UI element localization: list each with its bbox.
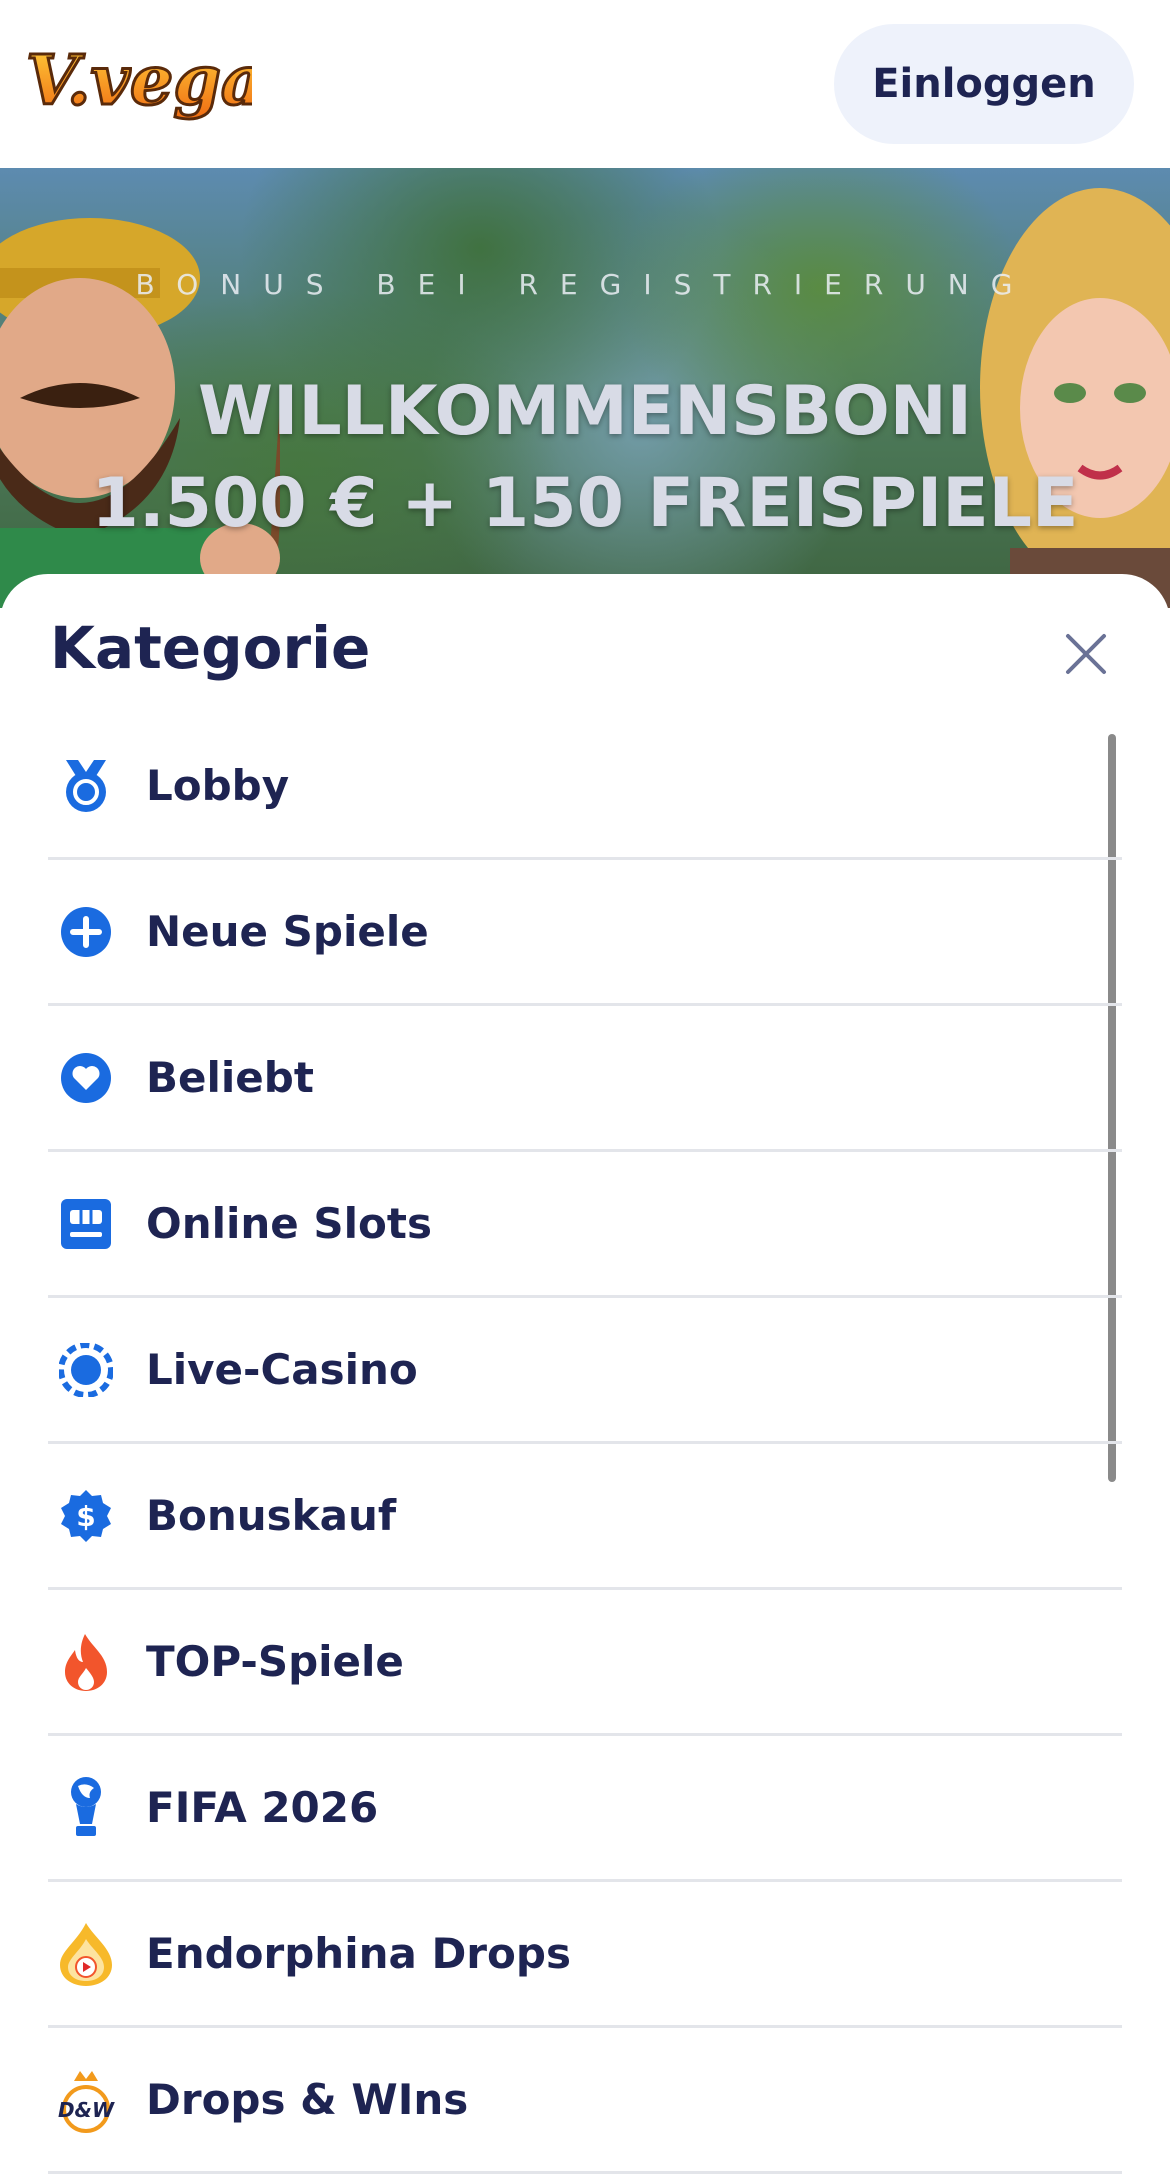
dollar-badge-icon: $: [56, 1486, 116, 1546]
hero-title-line1: WILLKOMMENSBONI: [198, 372, 972, 451]
category-label: Online Slots: [146, 1199, 432, 1248]
category-item-online-slots[interactable]: Online Slots: [48, 1152, 1122, 1298]
category-item-neue-spiele[interactable]: Neue Spiele: [48, 860, 1122, 1006]
category-label: FIFA 2026: [146, 1783, 379, 1832]
flame-icon: [56, 1632, 116, 1692]
category-label: Neue Spiele: [146, 907, 429, 956]
trophy-icon: [56, 1776, 116, 1838]
category-label: Beliebt: [146, 1053, 314, 1102]
medal-icon: [56, 756, 116, 816]
casino-chip-icon: [56, 1340, 116, 1400]
category-label: Bonuskauf: [146, 1491, 397, 1540]
category-label: Endorphina Drops: [146, 1929, 571, 1978]
category-list: Lobby Neue Spiele Beliebt Online Slots L…: [48, 714, 1122, 2174]
close-icon: [1066, 634, 1106, 674]
category-label: TOP-Spiele: [146, 1637, 404, 1686]
login-button[interactable]: Einloggen: [834, 24, 1134, 144]
category-label: Lobby: [146, 761, 290, 810]
category-item-top-spiele[interactable]: TOP-Spiele: [48, 1590, 1122, 1736]
svg-text:$: $: [76, 1500, 95, 1533]
category-item-live-casino[interactable]: Live-Casino: [48, 1298, 1122, 1444]
plus-circle-icon: [56, 902, 116, 962]
svg-text:V.vegas: V.vegas: [26, 41, 252, 121]
hero-title-line2: 1.500 € + 150 FREISPIELE: [91, 464, 1079, 543]
endorphina-drop-icon: [56, 1922, 116, 1986]
category-item-lobby[interactable]: Lobby: [48, 714, 1122, 860]
category-item-drops-wins[interactable]: D&W Drops & WIns: [48, 2028, 1122, 2174]
category-label: Drops & WIns: [146, 2075, 469, 2124]
category-item-beliebt[interactable]: Beliebt: [48, 1006, 1122, 1152]
hero-subtitle: BONUS BEI REGISTRIERUNG: [135, 268, 1035, 301]
category-drawer: Kategorie Lobby Neue Spiele Beliebt Onli…: [0, 574, 1170, 2174]
category-item-bonuskauf[interactable]: $ Bonuskauf: [48, 1444, 1122, 1590]
drawer-title: Kategorie: [50, 614, 371, 682]
category-label: Live-Casino: [146, 1345, 418, 1394]
welcome-bonus-banner[interactable]: BONUS BEI REGISTRIERUNG WILLKOMMENSBONI …: [0, 168, 1170, 608]
drops-wins-icon: D&W: [56, 2070, 116, 2133]
heart-circle-icon: [56, 1048, 116, 1108]
category-item-endorphina-drops[interactable]: Endorphina Drops: [48, 1882, 1122, 2028]
header: V.vegas Einloggen: [0, 0, 1170, 168]
slot-machine-icon: [56, 1194, 116, 1254]
svg-text:D&W: D&W: [58, 2098, 115, 2122]
hero-title: WILLKOMMENSBONI 1.500 € + 150 FREISPIELE: [0, 366, 1170, 550]
category-item-fifa-2026[interactable]: FIFA 2026: [48, 1736, 1122, 1882]
vvegas-logo[interactable]: V.vegas: [22, 26, 305, 138]
close-button[interactable]: [1060, 628, 1112, 680]
